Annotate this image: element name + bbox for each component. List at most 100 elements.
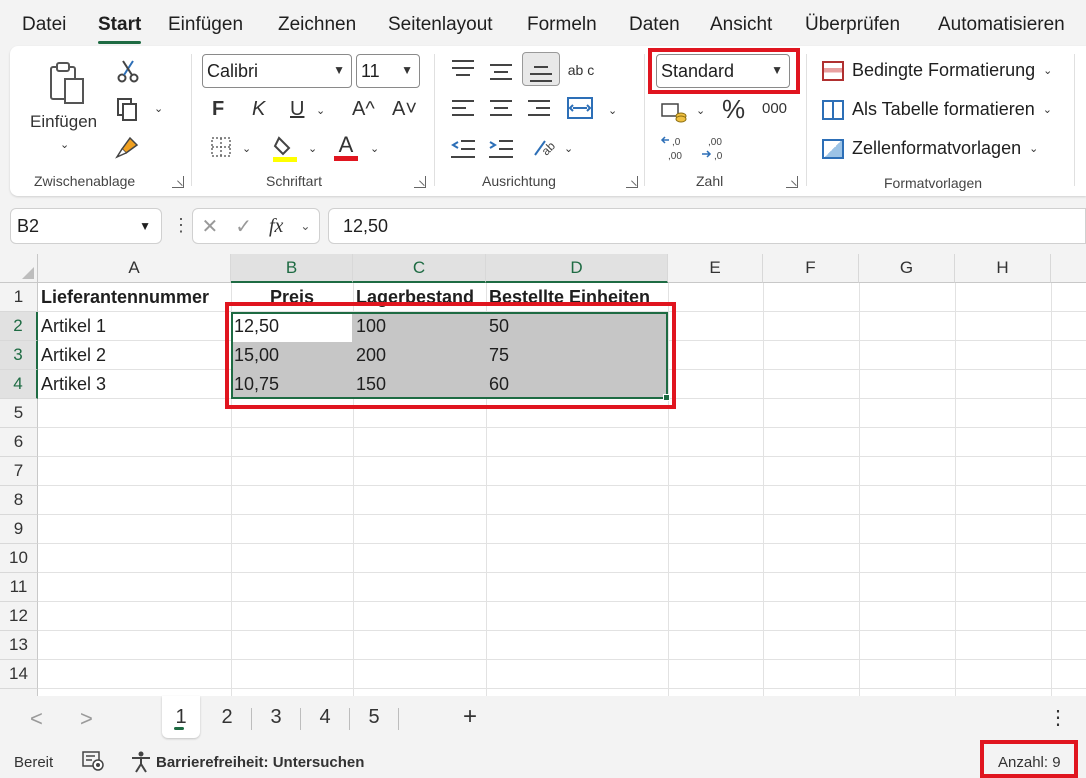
accessibility-icon[interactable]	[130, 751, 152, 777]
chevron-down-icon[interactable]: ⌄	[300, 219, 310, 233]
underline-button[interactable]: U	[290, 98, 304, 121]
sheet-tab-3[interactable]: 3	[255, 696, 297, 738]
column-header-e[interactable]: E	[668, 254, 763, 283]
cell-a1[interactable]: Lieferantennummer	[38, 283, 231, 312]
tab-zeichnen[interactable]: Zeichnen	[278, 14, 356, 36]
row-header-1[interactable]: 1	[0, 283, 38, 312]
underline-dropdown-chevron-icon[interactable]: ⌄	[316, 104, 325, 117]
row-header-11[interactable]: 11	[0, 573, 38, 602]
row-header-4[interactable]: 4	[0, 370, 38, 399]
tab-datei[interactable]: Datei	[22, 14, 66, 36]
cell-a3[interactable]: Artikel 2	[38, 341, 231, 370]
column-header-g[interactable]: G	[859, 254, 955, 283]
formula-input[interactable]: 12,50	[328, 208, 1086, 244]
cell-a4[interactable]: Artikel 3	[38, 370, 231, 399]
row-header-13[interactable]: 13	[0, 631, 38, 660]
conditional-formatting-button[interactable]: Bedingte Formatierung ⌄	[822, 60, 1052, 81]
tab-ueberpruefen[interactable]: Überprüfen	[805, 14, 900, 36]
wrap-text-icon[interactable]: ab c	[566, 56, 596, 84]
font-color-dropdown-chevron-icon[interactable]: ⌄	[370, 142, 379, 155]
align-top-icon[interactable]	[452, 60, 474, 81]
sheet-tab-4[interactable]: 4	[304, 696, 346, 738]
sheet-tab-2[interactable]: 2	[206, 696, 248, 738]
clipboard-launcher-icon[interactable]	[172, 176, 184, 188]
accounting-format-icon[interactable]	[660, 100, 688, 124]
orientation-icon[interactable]: ab	[530, 134, 558, 162]
accessibility-check-button[interactable]: Barrierefreiheit: Untersuchen	[156, 754, 364, 771]
increase-decimal-icon[interactable]: ,0,00	[660, 134, 690, 162]
grow-font-button[interactable]: A^	[352, 98, 375, 121]
paste-icon[interactable]	[44, 58, 90, 108]
align-center-icon[interactable]	[490, 100, 512, 121]
sheet-tab-1[interactable]: 1	[162, 696, 200, 738]
cell-styles-button[interactable]: Zellenformatvorlagen ⌄	[822, 138, 1038, 159]
align-bottom-button[interactable]	[522, 52, 560, 86]
row-header-10[interactable]: 10	[0, 544, 38, 573]
row-header-8[interactable]: 8	[0, 486, 38, 515]
column-header-f[interactable]: F	[763, 254, 859, 283]
paste-dropdown-chevron-icon[interactable]: ⌄	[60, 138, 69, 151]
tab-start[interactable]: Start	[98, 14, 142, 44]
row-header-6[interactable]: 6	[0, 428, 38, 457]
insert-function-button[interactable]: fx	[269, 215, 283, 238]
column-header-partial[interactable]	[1051, 254, 1086, 283]
format-painter-icon[interactable]	[112, 134, 142, 162]
borders-icon[interactable]	[208, 134, 234, 160]
row-header-12[interactable]: 12	[0, 602, 38, 631]
bold-button[interactable]: F	[212, 98, 224, 121]
font-name-combo[interactable]: Calibri ▼	[202, 54, 352, 88]
orientation-dropdown-chevron-icon[interactable]: ⌄	[564, 142, 573, 155]
tab-seitenlayout[interactable]: Seitenlayout	[388, 14, 493, 36]
copy-icon[interactable]	[112, 96, 142, 122]
alignment-launcher-icon[interactable]	[626, 176, 638, 188]
sheet-tab-5[interactable]: 5	[353, 696, 395, 738]
sheet-options-icon[interactable]: ⋮	[1044, 696, 1072, 738]
spreadsheet-grid[interactable]: A B C D E F G H 1 2 3 4 5 6 7 8 9 10 11 …	[0, 254, 1086, 696]
column-header-a[interactable]: A	[38, 254, 231, 283]
macro-record-icon[interactable]	[82, 751, 104, 775]
thousands-separator-button[interactable]: 000	[762, 100, 787, 117]
tab-formeln[interactable]: Formeln	[527, 14, 597, 36]
font-launcher-icon[interactable]	[414, 176, 426, 188]
tab-einfuegen[interactable]: Einfügen	[168, 14, 243, 36]
font-color-button[interactable]: A	[334, 132, 358, 162]
align-left-icon[interactable]	[452, 100, 474, 121]
row-header-7[interactable]: 7	[0, 457, 38, 486]
copy-dropdown-chevron-icon[interactable]: ⌄	[154, 102, 163, 115]
decrease-indent-icon[interactable]	[450, 138, 476, 160]
row-header-3[interactable]: 3	[0, 341, 38, 370]
cell-a2[interactable]: Artikel 1	[38, 312, 231, 341]
percent-button[interactable]: %	[722, 94, 745, 125]
next-sheet-icon[interactable]: >	[80, 706, 93, 732]
row-header-partial[interactable]	[0, 689, 38, 696]
row-header-5[interactable]: 5	[0, 399, 38, 428]
row-header-2[interactable]: 2	[0, 312, 38, 341]
align-right-icon[interactable]	[528, 100, 550, 121]
accounting-dropdown-chevron-icon[interactable]: ⌄	[696, 104, 705, 117]
tab-automatisieren[interactable]: Automatisieren	[938, 14, 1065, 36]
cut-icon[interactable]	[114, 58, 142, 84]
tab-daten[interactable]: Daten	[629, 14, 680, 36]
more-options-icon[interactable]: ⋮	[172, 215, 190, 236]
row-header-14[interactable]: 14	[0, 660, 38, 689]
enter-icon[interactable]: ✓	[235, 214, 252, 239]
merge-dropdown-chevron-icon[interactable]: ⌄	[608, 104, 617, 117]
select-all-corner[interactable]	[0, 254, 38, 283]
column-header-c[interactable]: C	[353, 254, 486, 283]
column-header-d[interactable]: D	[486, 254, 668, 283]
font-size-combo[interactable]: 11 ▼	[356, 54, 420, 88]
align-middle-icon[interactable]	[490, 64, 512, 85]
column-header-b[interactable]: B	[231, 254, 353, 283]
fill-color-icon[interactable]	[272, 134, 298, 162]
column-header-h[interactable]: H	[955, 254, 1051, 283]
italic-button[interactable]: K	[252, 98, 265, 121]
decrease-decimal-icon[interactable]: ,00,0	[700, 134, 730, 162]
add-sheet-button[interactable]: +	[452, 696, 488, 738]
borders-dropdown-chevron-icon[interactable]: ⌄	[242, 142, 251, 155]
row-header-9[interactable]: 9	[0, 515, 38, 544]
shrink-font-button[interactable]: A˅	[392, 98, 417, 121]
paste-button[interactable]: Einfügen	[30, 112, 97, 132]
tab-ansicht[interactable]: Ansicht	[710, 14, 772, 36]
increase-indent-icon[interactable]	[488, 138, 514, 160]
fill-color-dropdown-chevron-icon[interactable]: ⌄	[308, 142, 317, 155]
